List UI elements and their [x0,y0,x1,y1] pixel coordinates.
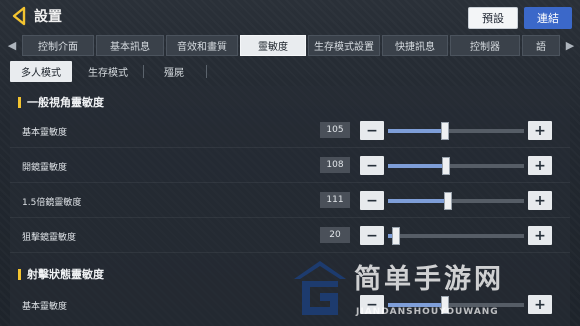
tab-label: 控制器 [470,42,500,53]
sensitivity-row: 基本靈敏度 − + [10,288,570,322]
increase-button[interactable]: + [528,121,552,140]
subtab-zombies[interactable]: 殭屍 [148,61,200,82]
tab-label: 生存模式設置 [314,42,374,53]
increase-button[interactable]: + [528,191,552,210]
increase-button[interactable]: + [528,226,552,245]
tab-quick-messages[interactable]: 快捷訊息 [382,35,448,56]
decrease-button[interactable]: − [360,121,384,140]
section-accent-bar [18,268,21,280]
sensitivity-row: 狙擊鏡靈敏度 20 − + [10,219,570,253]
subtab-multiplayer[interactable]: 多人模式 [10,61,72,82]
value-field[interactable]: 20 [320,227,350,243]
slider-thumb[interactable] [441,296,450,314]
row-label: 開鏡靈敏度 [22,163,68,173]
top-bar: 設置 預設 連結 [0,0,580,33]
section-title-firing: 射擊狀態靈敏度 [18,266,104,282]
slider-track[interactable] [388,122,524,140]
row-label: 基本靈敏度 [22,302,68,312]
subtab-divider [206,65,207,78]
tab-controller[interactable]: 控制器 [450,35,520,56]
slider-thumb[interactable] [392,227,401,245]
decrease-button[interactable]: − [360,156,384,175]
increase-button[interactable]: + [528,295,552,314]
sensitivity-row: 開鏡靈敏度 108 − + [10,149,570,183]
tab-language[interactable]: 語 [522,35,560,56]
tab-label: 控制介面 [38,42,78,53]
slider-fill [388,129,446,133]
slider-fill [388,164,447,168]
link-button[interactable]: 連結 [524,7,572,29]
decrease-button[interactable]: − [360,226,384,245]
tab-label: 音效和畫質 [177,42,227,53]
value-field[interactable]: 105 [320,122,350,138]
tab-label: 語 [536,42,546,53]
slider-track[interactable] [388,227,524,245]
tab-sensitivity[interactable]: 靈敏度 [240,35,306,56]
increase-button[interactable]: + [528,156,552,175]
value-field[interactable]: 111 [320,192,350,208]
settings-panel: 一般視角靈敏度 基本靈敏度 105 − + 開鏡靈敏度 108 − + 1.5倍… [10,86,570,326]
row-label: 基本靈敏度 [22,128,68,138]
sub-tabs: 多人模式 生存模式 殭屍 [10,61,570,82]
main-tabs: ◀ 控制介面 基本訊息 音效和畫質 靈敏度 生存模式設置 快捷訊息 控制器 語 … [0,33,580,58]
sensitivity-row: 基本靈敏度 105 − + [10,114,570,148]
preset-button[interactable]: 預設 [468,7,518,29]
slider-thumb[interactable] [442,157,451,175]
slider-fill [388,199,448,203]
tab-audio-graphics[interactable]: 音效和畫質 [166,35,238,56]
tabs-right-arrow-icon[interactable]: ▶ [562,36,578,55]
tab-label: 基本訊息 [110,42,150,53]
decrease-button[interactable]: − [360,191,384,210]
sensitivity-row: 1.5倍鏡靈敏度 111 − + [10,184,570,218]
slider-track[interactable] [388,157,524,175]
slider-thumb[interactable] [443,192,452,210]
subtab-divider [143,65,144,78]
page-title: 設置 [34,9,62,25]
tab-label: 快捷訊息 [395,42,435,53]
slider-fill [388,303,446,307]
row-label: 狙擊鏡靈敏度 [22,233,77,243]
decrease-button[interactable]: − [360,295,384,314]
slider-track[interactable] [388,192,524,210]
back-arrow-icon[interactable] [9,5,31,27]
subtab-survival[interactable]: 生存模式 [78,61,138,82]
tab-label: 靈敏度 [258,42,288,53]
section-title-general: 一般視角靈敏度 [18,94,104,110]
tabs-left-arrow-icon[interactable]: ◀ [4,36,20,55]
slider-thumb[interactable] [441,122,450,140]
slider-track[interactable] [388,296,524,314]
section-accent-bar [18,96,21,108]
section-title-text: 一般視角靈敏度 [27,96,104,109]
tab-basic-info[interactable]: 基本訊息 [96,35,164,56]
row-label: 1.5倍鏡靈敏度 [22,198,82,208]
section-title-text: 射擊狀態靈敏度 [27,268,104,281]
value-field[interactable]: 108 [320,157,350,173]
tab-control-ui[interactable]: 控制介面 [22,35,94,56]
tab-survival-settings[interactable]: 生存模式設置 [308,35,380,56]
